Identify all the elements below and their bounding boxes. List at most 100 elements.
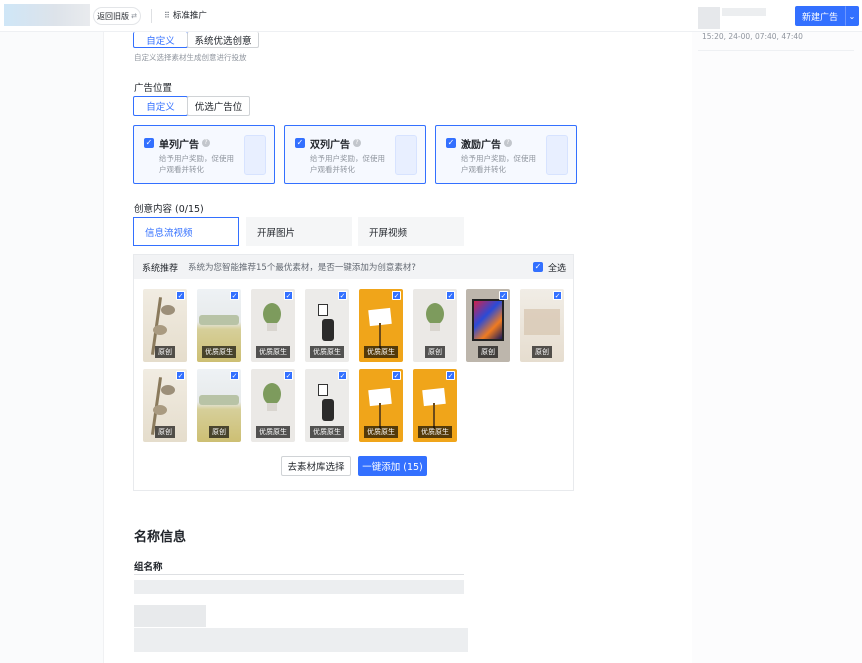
frame-image: [318, 384, 328, 396]
material-thumb[interactable]: ✓ 原创: [466, 289, 510, 362]
bird-shape: [161, 385, 175, 395]
top-bar: 返回旧版 ⇄ ⠿ 标准推广 新建广告 ⌄: [0, 0, 862, 32]
thumb-check-icon[interactable]: ✓: [392, 291, 401, 300]
user-info: [698, 7, 720, 29]
back-label: 返回旧版: [97, 11, 130, 21]
thumb-tag: 原创: [155, 346, 175, 358]
thumb-check-icon[interactable]: ✓: [176, 291, 185, 300]
thumb-tag: 原创: [155, 426, 175, 438]
material-thumb[interactable]: ✓ 优质原生: [359, 369, 403, 442]
thumb-check-icon[interactable]: ✓: [446, 291, 455, 300]
logo: [4, 4, 90, 26]
material-library-label: 去素材库选择: [287, 462, 345, 473]
plant-leaves-image: [263, 383, 281, 405]
thumb-check-icon[interactable]: ✓: [230, 371, 239, 380]
material-thumb[interactable]: ✓ 原创: [143, 369, 187, 442]
app-switcher[interactable]: ⠿ 标准推广: [164, 9, 207, 22]
material-thumb[interactable]: ✓ 原创: [197, 369, 241, 442]
thumb-check-icon[interactable]: ✓: [499, 291, 508, 300]
tab-label: 信息流视频: [145, 227, 193, 239]
material-thumb[interactable]: ✓ 原创: [520, 289, 564, 362]
thumb-check-icon[interactable]: ✓: [284, 291, 293, 300]
thumb-tag: 原创: [478, 346, 498, 358]
abstract-painting-image: [472, 299, 504, 341]
checkbox-checked-icon[interactable]: ✓: [144, 138, 154, 148]
user-info-text: [722, 8, 766, 16]
card-desc: 给予用户奖励，促使用: [461, 154, 536, 163]
card-title: 激励广告: [461, 140, 501, 151]
one-click-add-button[interactable]: 一键添加 (15): [358, 456, 427, 476]
pot-image: [267, 323, 277, 331]
blurred-field: [134, 628, 468, 652]
phone-preview-icon: [395, 135, 417, 175]
material-thumb[interactable]: ✓ 原创: [143, 289, 187, 362]
buildings-sketch-image: [524, 309, 560, 335]
help-icon: ?: [504, 139, 512, 147]
material-thumb[interactable]: ✓ 优质原生: [305, 369, 349, 442]
tab-feed-video[interactable]: 信息流视频: [133, 217, 239, 246]
new-ad-dropdown[interactable]: ⌄: [845, 6, 859, 26]
thumb-check-icon[interactable]: ✓: [284, 371, 293, 380]
select-all-label[interactable]: 全选: [548, 261, 566, 274]
material-thumb[interactable]: ✓ 优质原生: [251, 289, 295, 362]
placement-optimized[interactable]: 优选广告位: [187, 96, 250, 116]
name-info-title: 名称信息: [134, 530, 187, 545]
creative-mode-custom-label: 自定义: [146, 35, 175, 47]
thumb-tag: 优质原生: [310, 346, 344, 358]
creative-mode-system[interactable]: 系统优选创意: [187, 32, 259, 48]
thumb-check-icon[interactable]: ✓: [338, 371, 347, 380]
left-sidebar: [0, 32, 104, 663]
creative-mode-system-label: 系统优选创意: [194, 35, 252, 47]
pot-image: [267, 403, 277, 411]
creative-mode-hint: 自定义选择素材生成创意进行投放: [134, 53, 247, 62]
thumb-check-icon[interactable]: ✓: [338, 291, 347, 300]
placement-card-single[interactable]: ✓ 单列广告 ? 给予用户奖励，促使用 户观看并转化: [133, 125, 275, 184]
thumb-check-icon[interactable]: ✓: [446, 371, 455, 380]
help-icon: ?: [353, 139, 361, 147]
help-icon: ?: [202, 139, 210, 147]
thumb-check-icon[interactable]: ✓: [176, 371, 185, 380]
placement-card-double[interactable]: ✓ 双列广告 ? 给予用户奖励，促使用 户观看并转化: [284, 125, 426, 184]
material-thumb[interactable]: ✓ 优质原生: [251, 369, 295, 442]
select-all-checkbox[interactable]: ✓: [533, 262, 543, 272]
group-name-input[interactable]: [134, 574, 464, 575]
material-thumb[interactable]: ✓ 优质原生: [305, 289, 349, 362]
phone-preview-icon: [244, 135, 266, 175]
material-thumb[interactable]: ✓ 优质原生: [359, 289, 403, 362]
card-desc: 户观看并转化: [461, 165, 506, 174]
recommend-text: 系统为您智能推荐15个最优素材，是否一键添加为创意素材?: [188, 263, 416, 273]
placement-custom-label: 自定义: [146, 102, 175, 113]
material-thumb[interactable]: ✓ 优质原生: [413, 369, 457, 442]
thumb-tag: 优质原生: [202, 346, 236, 358]
thumb-check-icon[interactable]: ✓: [392, 371, 401, 380]
thumb-tag: 优质原生: [364, 426, 398, 438]
bird-shape: [153, 325, 167, 335]
new-ad-button[interactable]: 新建广告: [795, 6, 845, 26]
thumb-check-icon[interactable]: ✓: [553, 291, 562, 300]
thumb-check-icon[interactable]: ✓: [230, 291, 239, 300]
tab-splash-image[interactable]: 开屏图片: [246, 217, 352, 246]
side-text: 15:20, 24-00, 07:40, 47:40: [702, 32, 803, 41]
card-title: 单列广告: [159, 140, 199, 151]
checkbox-checked-icon[interactable]: ✓: [295, 138, 305, 148]
material-library-button[interactable]: 去素材库选择: [281, 456, 351, 476]
figure-image: [322, 399, 334, 421]
placement-card-reward[interactable]: ✓ 激励广告 ? 给予用户奖励，促使用 户观看并转化: [435, 125, 577, 184]
tree-line-image: [199, 395, 239, 405]
bird-shape: [161, 305, 175, 315]
material-thumb[interactable]: ✓ 优质原生: [197, 289, 241, 362]
thumb-tag: 优质原生: [310, 426, 344, 438]
side-divider: [698, 50, 854, 51]
material-thumb[interactable]: ✓ 原创: [413, 289, 457, 362]
placement-custom[interactable]: 自定义: [133, 96, 188, 116]
checkbox-checked-icon[interactable]: ✓: [446, 138, 456, 148]
blurred-field: [134, 580, 464, 594]
thumb-tag: 原创: [425, 346, 445, 358]
back-old-version-button[interactable]: 返回旧版 ⇄: [93, 7, 141, 25]
tab-label: 开屏视频: [369, 227, 408, 239]
tab-splash-video[interactable]: 开屏视频: [358, 217, 464, 246]
creative-mode-custom[interactable]: 自定义: [133, 32, 188, 48]
plant-leaves-image: [426, 303, 444, 325]
bird-shape: [153, 405, 167, 415]
card-title: 双列广告: [310, 140, 350, 151]
